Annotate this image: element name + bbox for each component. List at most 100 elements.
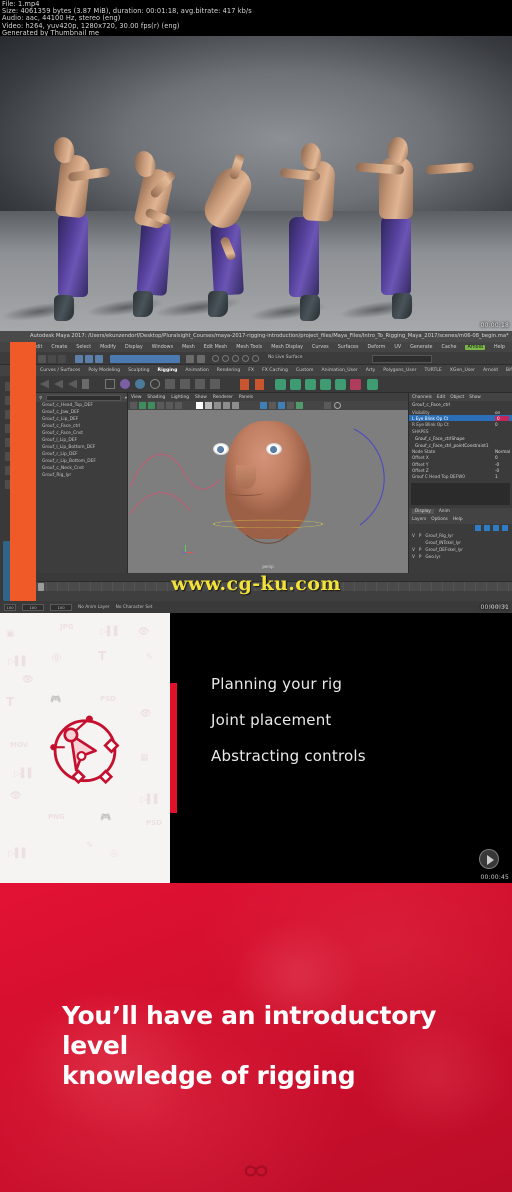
viewport-menu-bar[interactable]: View Shading Lighting Show Renderer Pane… xyxy=(128,393,408,401)
menu-help[interactable]: Help xyxy=(494,345,505,350)
play-button-overlay-icon[interactable] xyxy=(479,849,499,869)
render-settings-icon[interactable] xyxy=(232,355,239,362)
node-state-value[interactable]: Normal xyxy=(495,449,510,454)
display-layer-row[interactable]: V P Grouf_Rig_lyr xyxy=(409,532,512,539)
outliner-item[interactable]: Grouf_l_Lip_DEF xyxy=(36,437,127,444)
menu-mesh[interactable]: Mesh xyxy=(182,345,195,350)
move-layer-down-icon[interactable] xyxy=(502,524,508,531)
maya-channel-box[interactable]: Channels Edit Object Show Grouf_c_Face_c… xyxy=(408,393,512,573)
render-icon[interactable] xyxy=(212,355,219,362)
layer-visibility-toggle[interactable]: V xyxy=(412,533,415,538)
layer-menu-options[interactable]: Options xyxy=(431,517,448,522)
layer-name[interactable]: Grouf_INTskel_lyr xyxy=(425,540,461,545)
menu-cache[interactable]: Cache xyxy=(442,345,457,350)
channel-value[interactable]: 0 xyxy=(495,422,509,427)
lock-icon[interactable] xyxy=(186,354,194,363)
shelf-tab-turtle[interactable]: TURTLE xyxy=(424,368,441,373)
skeleton-icon[interactable] xyxy=(82,379,89,389)
maya-outliner-panel[interactable]: ⚲ ▾ Grouf_c_Head_Top_DEF Grouf_c_Jaw_DEF… xyxy=(36,393,128,573)
outliner-item[interactable]: Grouf_Rig_lyr xyxy=(36,472,127,479)
outliner-dropdown-icon[interactable]: ▾ xyxy=(125,395,127,400)
cb-menu-channels[interactable]: Channels xyxy=(412,395,432,400)
numeric-input-field[interactable] xyxy=(372,354,432,363)
menu-uv[interactable]: UV xyxy=(394,345,401,350)
orient-joint-icon[interactable] xyxy=(240,379,249,390)
new-layer-icon[interactable] xyxy=(475,524,481,531)
mirror-joint-icon[interactable] xyxy=(255,379,264,390)
snap-toggles-group[interactable] xyxy=(110,354,180,363)
character-set-selector[interactable]: No Character Set xyxy=(116,605,153,610)
paint-weights-icon[interactable] xyxy=(120,379,130,389)
pose-icon[interactable] xyxy=(320,379,331,390)
select-by-component-icon[interactable] xyxy=(95,354,103,363)
cb-menu-show[interactable]: Show xyxy=(469,395,481,400)
deform-icon[interactable] xyxy=(135,379,145,389)
move-layer-up-icon[interactable] xyxy=(493,524,499,531)
menu-mesh-tools[interactable]: Mesh Tools xyxy=(236,345,262,350)
outliner-item[interactable]: Grouf_c_Face_ctrl xyxy=(36,423,127,430)
shelf-tab-rigging[interactable]: Rigging xyxy=(158,368,178,373)
ipr-render-icon[interactable] xyxy=(222,355,229,362)
layer-playback-toggle[interactable]: P xyxy=(419,547,422,552)
menu-modify[interactable]: Modify xyxy=(100,345,116,350)
menu-deform[interactable]: Deform xyxy=(367,345,385,350)
viewport-menu-view[interactable]: View xyxy=(131,395,141,400)
outliner-item[interactable]: Grouf_r_Lip_Bottom_DEF xyxy=(36,458,127,465)
menu-create[interactable]: Create xyxy=(51,345,67,350)
viewport-menu-panels[interactable]: Panels xyxy=(239,395,253,400)
layer-visibility-toggle[interactable]: V xyxy=(412,547,415,552)
shelf-tab-sculpting[interactable]: Sculpting xyxy=(128,368,149,373)
wire-tool-icon[interactable] xyxy=(180,379,190,389)
shelf-tab-animation-user[interactable]: Animation_User xyxy=(322,368,358,373)
video-frame-2[interactable]: Autodesk Maya 2017: /Users/ekunzendorf/D… xyxy=(0,331,512,613)
outliner-item[interactable]: Grouf_r_Lip_DEF xyxy=(36,451,127,458)
video-frame-4[interactable]: You’ll have an introductory level knowle… xyxy=(0,883,512,1192)
joint-tool-icon[interactable] xyxy=(40,379,49,389)
cb-menu-object[interactable]: Object xyxy=(450,395,464,400)
video-frame-1[interactable]: 00:00:18 xyxy=(0,36,512,331)
menu-curves[interactable]: Curves xyxy=(312,345,329,350)
menu-windows[interactable]: Windows xyxy=(152,345,173,350)
channel-value[interactable]: 0 xyxy=(495,455,509,460)
range-end-field[interactable]: 100 xyxy=(50,603,72,611)
layer-editor-menu[interactable]: Layers Options Help xyxy=(409,515,512,524)
outliner-item[interactable]: Grouf_l_Lip_Bottom_DEF xyxy=(36,444,127,451)
shelf-tab-custom[interactable]: Custom xyxy=(296,368,314,373)
channel-value[interactable]: -0 xyxy=(495,462,509,467)
bind-skin-icon[interactable] xyxy=(105,379,115,389)
retarget-icon[interactable] xyxy=(335,379,346,390)
outliner-item[interactable]: Grouf_c_Jaw_DEF xyxy=(36,409,127,416)
layer-tab-anim[interactable]: Anim xyxy=(439,509,450,514)
display-layer-row[interactable]: V P Geo.lyr xyxy=(409,553,512,560)
channel-value[interactable]: on xyxy=(495,410,509,415)
channel-value[interactable]: 0 xyxy=(495,415,509,421)
layer-visibility-toggle[interactable]: V xyxy=(412,554,415,559)
shelf-tab-rendering[interactable]: Rendering xyxy=(217,368,240,373)
timeline-playhead[interactable] xyxy=(38,583,44,591)
layer-editor-tabs[interactable]: Display Anim xyxy=(409,507,512,516)
layer-menu-layers[interactable]: Layers xyxy=(412,517,426,522)
character-icon[interactable] xyxy=(305,379,316,390)
outliner-item[interactable]: Grouf_c_Neck_Cnst xyxy=(36,465,127,472)
maya-menu-bar[interactable]: File Edit Create Select Modify Display W… xyxy=(0,342,512,352)
channel-box-menu[interactable]: Channels Edit Object Show xyxy=(409,393,512,401)
new-layer-from-selected-icon[interactable] xyxy=(484,524,490,531)
shelf-tab-animation[interactable]: Animation xyxy=(185,368,208,373)
menu-arnold[interactable]: Arnold xyxy=(465,344,485,350)
ik-spline-icon[interactable] xyxy=(68,379,77,389)
outliner-search-icon[interactable]: ⚲ xyxy=(39,395,42,400)
render-view-icon[interactable] xyxy=(252,355,259,362)
shelf-tab-polygons-user[interactable]: Polygons_User xyxy=(383,368,416,373)
maya-shelf-tabs[interactable]: Curves / Surfaces Poly Modeling Sculptin… xyxy=(0,365,512,376)
select-by-object-icon[interactable] xyxy=(85,354,93,363)
channel-value[interactable]: -0 xyxy=(495,468,509,473)
menu-edit-mesh[interactable]: Edit Mesh xyxy=(204,345,227,350)
hypershade-icon[interactable] xyxy=(242,355,249,362)
display-layer-row[interactable]: V P Grouf_INTskel_lyr xyxy=(409,539,512,546)
shelf-tab-fx[interactable]: FX xyxy=(248,368,254,373)
quick-rig-icon[interactable] xyxy=(275,379,286,390)
redo-icon[interactable] xyxy=(58,354,66,363)
deformer-set-icon[interactable] xyxy=(350,379,361,390)
layer-tab-display[interactable]: Display xyxy=(412,509,434,514)
human-ik-icon[interactable] xyxy=(290,379,301,390)
